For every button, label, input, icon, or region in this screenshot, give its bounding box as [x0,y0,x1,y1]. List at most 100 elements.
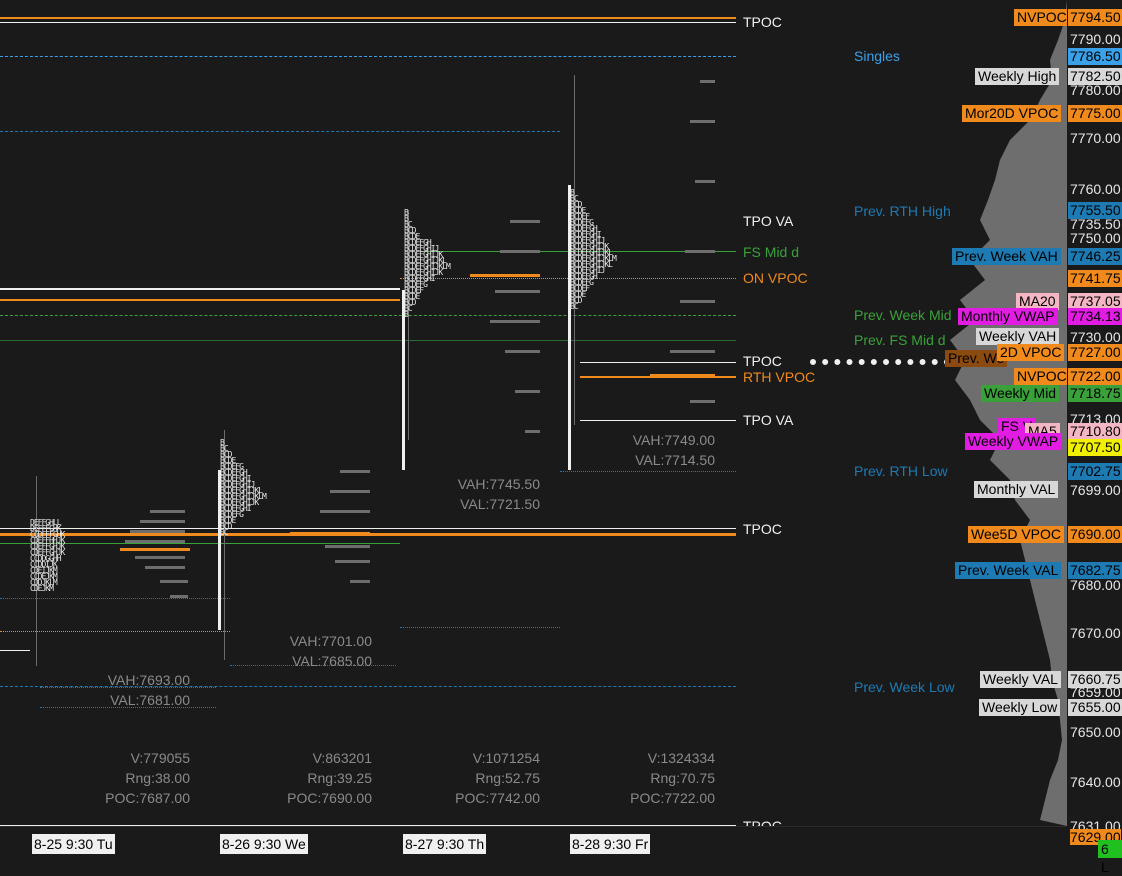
white-level-line [0,288,400,290]
session-2-tpo-letters: B BC BCD BCDE BCDEFG BCDEFGH BCDEFGHI BC… [220,438,267,537]
price-box: 7741.75 [1068,270,1122,287]
session-4-volume-bar [670,350,715,353]
price-axis[interactable]: 7794.50 7790.00 7786.50 7782.50 7780.00 … [1067,0,1122,875]
singles-label: Singles [854,48,900,64]
prev-rth-low-label: Prev. RTH Low [854,463,948,479]
session-2-volume-bar [325,545,370,548]
level-tag-wee5d-vpoc: Wee5D VPOC [968,526,1064,543]
prev-week-mid-line [0,315,736,316]
prev-rth-low-line [560,471,736,472]
level-tag-weekly-vwap: Weekly VWAP [965,433,1062,450]
session-4-range: Rng:70.75 [650,770,715,786]
session-4-volume: V:1324334 [647,750,715,766]
session-4-poc: POC:7722.00 [630,790,715,806]
session-1-range: Rng:38.00 [125,770,190,786]
session-4-date-label: 8-28 9:30 Fr [570,834,651,854]
singles-line [0,56,736,57]
time-axis[interactable]: 8-25 9:30 Tu 8-26 9:30 We 8-27 9:30 Th 8… [0,826,1067,859]
orange-dotted-line [0,631,230,632]
price-tick: 7780.00 [1070,82,1121,98]
level-tag-prev-week-vah: Prev. Week VAH [952,248,1061,265]
session-1-poc: POC:7687.00 [105,790,190,806]
corner-badge: 6 L [1098,840,1122,875]
price-tick: 7770.00 [1070,130,1121,146]
level-tag-2d-vpoc: 2D VPOC [997,344,1065,361]
prev-fs-mid-label: Prev. FS Mid d [854,332,946,348]
session-2-volume-bar [320,510,370,513]
current-price-marker [810,359,950,365]
on-vpoc-label: ON VPOC [743,270,808,286]
price-tick: 7790.00 [1070,31,1121,47]
price-box: 7718.75 [1068,385,1122,402]
session-1-volume-bar [135,556,185,559]
session-3-volume-bar [495,290,540,293]
session-3-volume: V:1071254 [472,750,540,766]
prev-week-mid-label: Prev. Week Mid [854,307,952,323]
session-3-volume-bar [490,320,540,323]
session-4-volume-bar [685,250,715,253]
session-2-volume: V:863201 [312,750,372,766]
level-tag-prev-week-val: Prev. Week VAL [955,562,1062,579]
price-box: 7722.00 [1068,368,1122,385]
tpo-va-upper-label: TPO VA [743,213,794,229]
blue-dotted-line-2 [400,627,560,628]
white-short-line [0,650,30,651]
session-1-volume-bar [145,566,185,569]
session-2-val: VAL:7685.00 [292,653,372,669]
session-2-volume-bar [330,490,370,493]
blue-dotted-line [0,598,230,599]
tpo-va-lower-label: TPO VA [743,412,794,428]
session-4-volume-bar [695,180,715,183]
session-3-range: Rng:52.75 [475,770,540,786]
session-1-volume-bar [170,595,188,598]
session-3-volume-bar [505,350,540,353]
level-tag-nvpoc-top: NVPOC [1014,9,1067,26]
level-tag-mor20d-vpoc: Mor20D VPOC [962,105,1062,122]
price-box: 7710.80 [1068,423,1122,440]
session-2-volume-bar [350,580,370,583]
session-4-val: VAL:7714.50 [635,452,715,468]
session-1-tpo-letters: DEFFGHLL DEFFFGHK CCDFFFGHK CDEFFHHJK CD… [30,518,65,593]
price-box: 7690.00 [1068,526,1122,543]
session-1-volume-bar [160,580,188,583]
prev-fs-mid-line [0,340,736,341]
session-3-volume-bar [500,250,540,253]
session-1-val: VAL:7681.00 [110,692,190,708]
prev-rth-high-label: Prev. RTH High [854,203,951,219]
session-2-range: Rng:39.25 [307,770,372,786]
level-tag-weekly-vah: Weekly VAH [976,328,1060,345]
price-tick: 7670.00 [1070,625,1121,641]
session-4-vah: VAH:7749.00 [632,432,715,448]
session-2-volume-bar [340,470,370,473]
tpoc-mid-line [580,362,736,363]
session-3-poc: POC:7742.00 [455,790,540,806]
price-box: 7702.75 [1068,463,1122,480]
tpoc-top-white-line [0,22,736,23]
session-3-date-label: 8-27 9:30 Th [403,834,487,854]
price-box: 7734.13 [1068,308,1122,325]
price-tick: 7699.00 [1070,482,1121,498]
tpoc-top-label: TPOC [743,14,782,30]
price-tick: 7640.00 [1070,774,1121,790]
price-tick: 7730.00 [1070,329,1121,345]
price-box: 7746.25 [1068,248,1122,265]
session-4-tpo-letters: B BC BCD BCDE BCDEF BCDEFG BCDEFGH BCDEF… [570,188,617,311]
session-3-val: VAL:7721.50 [460,496,540,512]
session-1-volume-bar [130,530,185,533]
session-4-volume-bar [690,120,715,123]
market-profile-chart[interactable]: TPOC TPO VA FS Mid d ON VPOC TPOC RTH VP… [0,0,1067,826]
price-box: 7775.00 [1068,105,1122,122]
orange-level-line [0,299,400,301]
price-tick: 7760.00 [1070,181,1121,197]
session-1-vah: VAH:7693.00 [107,672,190,688]
tpoc-mid-label: TPOC [743,353,782,369]
session-3-volume-bar [525,430,540,433]
session-2-volume-bar [335,560,370,563]
level-tag-nvpoc-mid: NVPOC [1014,368,1067,385]
price-box: 7727.00 [1068,344,1122,361]
price-tick: 7750.00 [1070,230,1121,246]
session-2-vpoc-bar [290,532,370,535]
price-box: 7786.50 [1068,48,1122,65]
prev-rth-high-line [0,131,560,132]
session-1-volume-bar [125,540,185,543]
